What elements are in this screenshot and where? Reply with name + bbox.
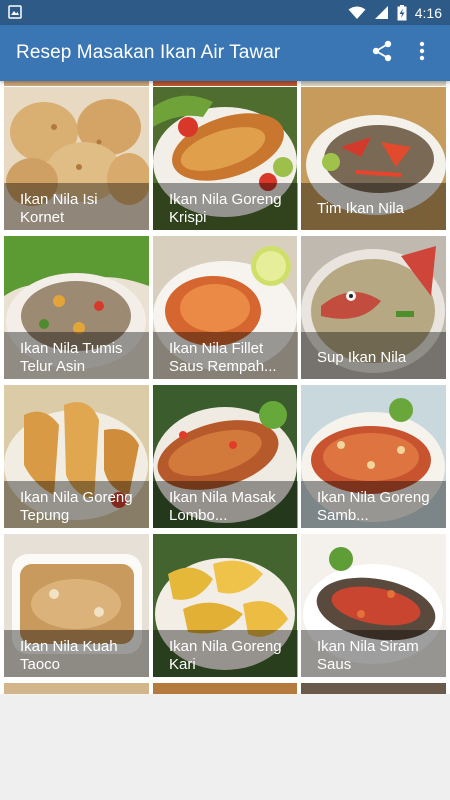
recipe-title-overlay: Ikan Nila Goreng Kari bbox=[153, 630, 298, 677]
recipe-title: Tim Ikan Nila bbox=[317, 199, 404, 217]
recipe-title-overlay: Ikan Nila Tumis Telur Asin bbox=[4, 332, 149, 379]
recipe-card[interactable]: Ikan Nila Isi Kornet bbox=[4, 87, 149, 230]
recipe-title: Sup Ikan Nila bbox=[317, 348, 407, 366]
app-bar: Resep Masakan Ikan Air Tawar bbox=[0, 25, 450, 81]
recipe-grid[interactable]: Ikan Nila Isi Kornet Ikan Nila Goreng Kr… bbox=[0, 81, 450, 694]
wifi-icon bbox=[348, 6, 366, 20]
recipe-card[interactable]: Sup Ikan Nila bbox=[301, 236, 446, 379]
recipe-title: Ikan Nila Goreng Samb... bbox=[317, 488, 430, 524]
app-title: Resep Masakan Ikan Air Tawar bbox=[16, 42, 281, 63]
more-vert-icon bbox=[419, 41, 425, 66]
recipe-title-overlay: Tim Ikan Nila bbox=[301, 183, 446, 230]
previous-row-peek bbox=[301, 81, 446, 86]
next-row-peek bbox=[153, 683, 297, 694]
recipe-title: Ikan Nila Siram Saus bbox=[317, 637, 419, 673]
recipe-title: Ikan Nila Goreng Kari bbox=[169, 637, 282, 673]
empty-area bbox=[0, 694, 450, 800]
recipe-title: Ikan Nila Isi Kornet bbox=[20, 190, 98, 226]
clock: 4:16 bbox=[414, 4, 442, 21]
recipe-title: Ikan Nila Goreng Krispi bbox=[169, 190, 282, 226]
status-bar: 4:16 bbox=[0, 0, 450, 25]
recipe-title: Ikan Nila Fillet Saus Rempah... bbox=[169, 339, 277, 375]
recipe-card[interactable]: Ikan Nila Goreng Samb... bbox=[301, 385, 446, 528]
recipe-title-overlay: Ikan Nila Kuah Taoco bbox=[4, 630, 149, 677]
recipe-card[interactable]: Ikan Nila Masak Lombo... bbox=[153, 385, 298, 528]
recipe-title-overlay: Ikan Nila Fillet Saus Rempah... bbox=[153, 332, 298, 379]
next-row-peek bbox=[4, 683, 149, 694]
recipe-title-overlay: Ikan Nila Goreng Krispi bbox=[153, 183, 298, 230]
recipe-card[interactable]: Ikan Nila Tumis Telur Asin bbox=[4, 236, 149, 379]
recipe-title-overlay: Ikan Nila Isi Kornet bbox=[4, 183, 149, 230]
recipe-card[interactable]: Tim Ikan Nila bbox=[301, 87, 446, 230]
next-row-peek bbox=[301, 683, 446, 694]
share-icon bbox=[372, 40, 392, 67]
battery-charging-icon bbox=[397, 4, 407, 21]
recipe-title-overlay: Ikan Nila Goreng Samb... bbox=[301, 481, 446, 528]
recipe-title-overlay: Sup Ikan Nila bbox=[301, 332, 446, 379]
recipe-card[interactable]: Ikan Nila Fillet Saus Rempah... bbox=[153, 236, 298, 379]
recipe-card[interactable]: Ikan Nila Goreng Krispi bbox=[153, 87, 298, 230]
recipe-title: Ikan Nila Masak Lombo... bbox=[169, 488, 276, 524]
image-notification-icon bbox=[8, 5, 22, 19]
recipe-card[interactable]: Ikan Nila Kuah Taoco bbox=[4, 534, 149, 677]
previous-row-peek bbox=[4, 81, 149, 86]
recipe-card[interactable]: Ikan Nila Siram Saus bbox=[301, 534, 446, 677]
share-button[interactable] bbox=[362, 33, 402, 73]
signal-icon bbox=[374, 5, 389, 20]
previous-row-peek bbox=[153, 81, 297, 86]
recipe-title: Ikan Nila Goreng Tepung bbox=[20, 488, 133, 524]
recipe-title: Ikan Nila Kuah Taoco bbox=[20, 637, 118, 673]
recipe-title-overlay: Ikan Nila Goreng Tepung bbox=[4, 481, 149, 528]
more-options-button[interactable] bbox=[402, 33, 442, 73]
recipe-card[interactable]: Ikan Nila Goreng Kari bbox=[153, 534, 298, 677]
recipe-card[interactable]: Ikan Nila Goreng Tepung bbox=[4, 385, 149, 528]
recipe-title: Ikan Nila Tumis Telur Asin bbox=[20, 339, 123, 375]
recipe-title-overlay: Ikan Nila Masak Lombo... bbox=[153, 481, 298, 528]
recipe-title-overlay: Ikan Nila Siram Saus bbox=[301, 630, 446, 677]
